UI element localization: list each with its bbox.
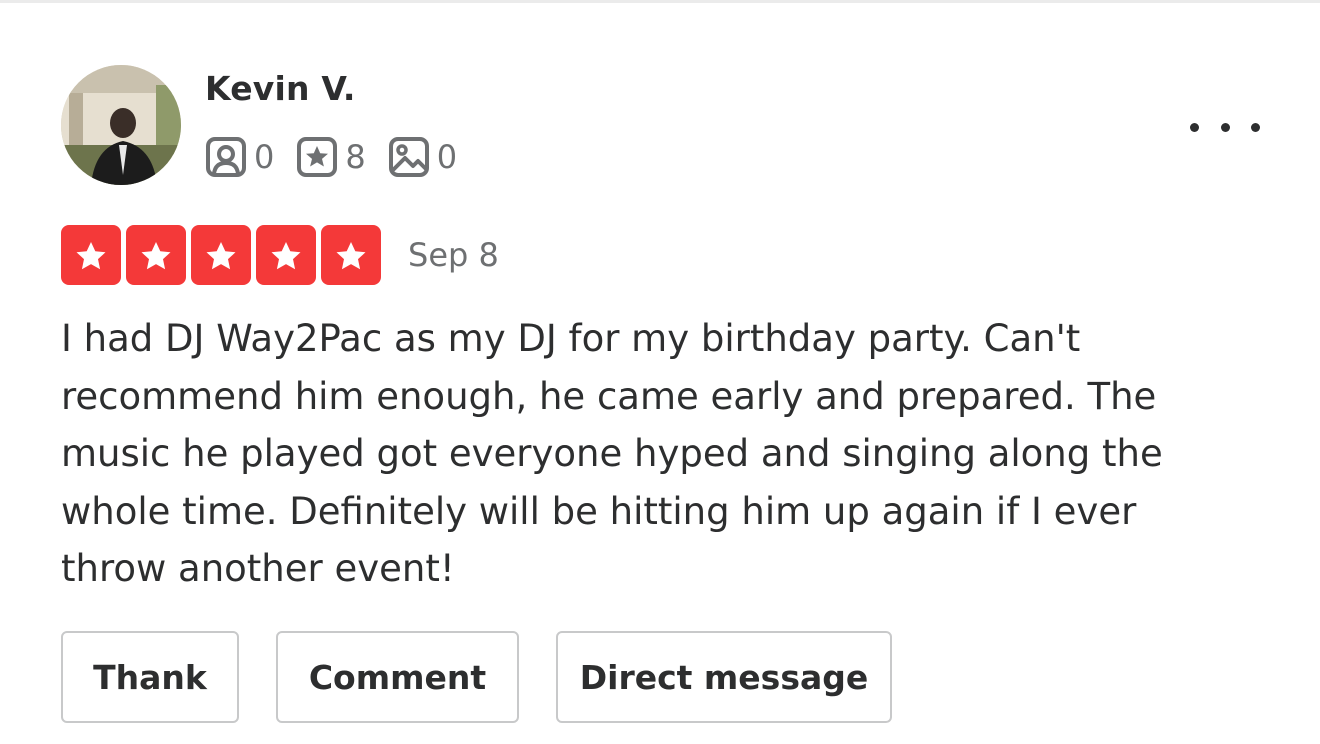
rating-star-icon [191, 225, 251, 285]
photos-count: 0 [436, 138, 458, 176]
review-text: I had DJ Way2Pac as my DJ for my birthda… [61, 317, 1163, 590]
more-horizontal-icon [1251, 122, 1260, 132]
avatar-photo [61, 65, 181, 185]
reviews-star-icon [297, 137, 338, 177]
friends-count: 0 [254, 138, 275, 176]
user-stats: 0 8 0 [205, 136, 479, 178]
rating-row: Sep 8 [61, 225, 499, 285]
rating-star-icon [61, 225, 121, 285]
more-horizontal-icon [1190, 122, 1199, 132]
rating-star-icon [126, 225, 186, 285]
reviews-stat: 8 [296, 136, 366, 178]
photos-icon [388, 137, 429, 177]
user-name[interactable]: Kevin V. [205, 69, 356, 108]
direct-message-button[interactable]: Direct message [556, 631, 892, 723]
more-horizontal-icon [1220, 122, 1230, 132]
user-avatar[interactable] [61, 65, 181, 185]
comment-button[interactable]: Comment [276, 631, 519, 723]
more-options-button[interactable] [1190, 109, 1260, 145]
review-date: Sep 8 [408, 236, 499, 274]
review-card: Kevin V. 0 8 0 Sep 8 I had DJ Way2Pac as… [0, 0, 1320, 744]
thank-button[interactable]: Thank [61, 631, 239, 723]
photos-stat: 0 [388, 136, 457, 178]
friends-icon [206, 137, 246, 177]
reviews-count: 8 [345, 138, 366, 176]
rating-star-icon [256, 225, 316, 285]
star-rating [61, 225, 386, 285]
review-actions: Thank Comment Direct message [61, 631, 929, 723]
friends-stat: 0 [205, 136, 274, 178]
rating-star-icon [321, 225, 381, 285]
